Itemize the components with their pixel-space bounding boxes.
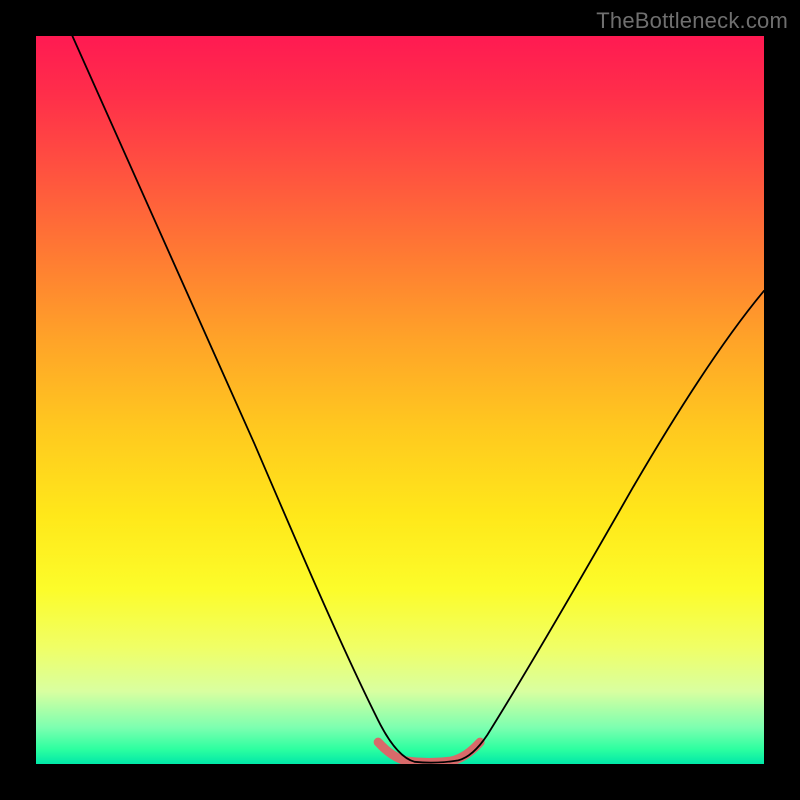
plot-area [36,36,764,764]
watermark-label: TheBottleneck.com [596,8,788,34]
chart-frame: TheBottleneck.com [0,0,800,800]
curve-svg [36,36,764,764]
bottleneck-curve [72,36,764,763]
curve-layer [36,36,764,764]
